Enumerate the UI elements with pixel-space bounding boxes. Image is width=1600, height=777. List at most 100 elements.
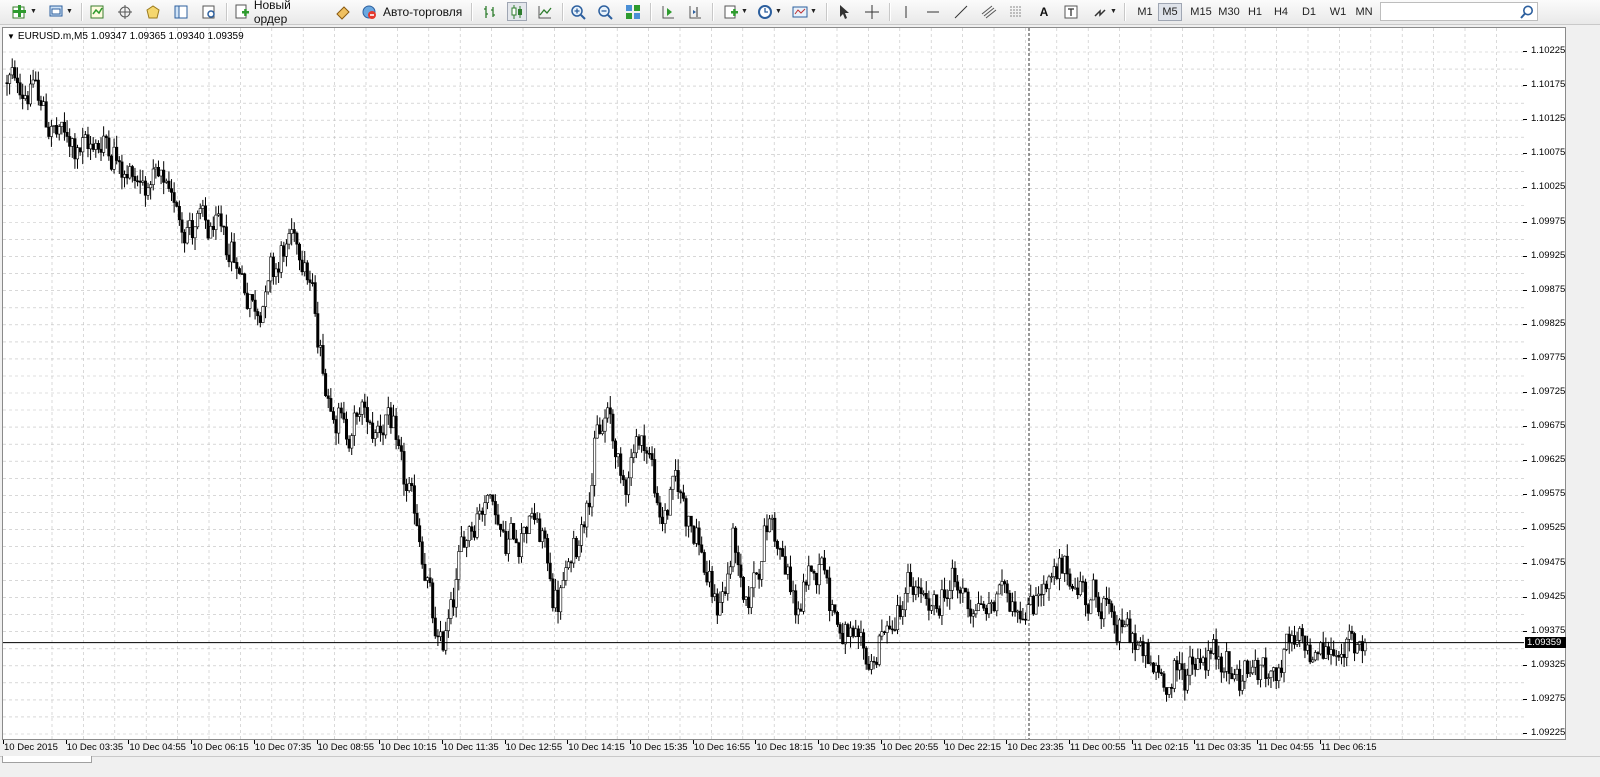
bar-chart-button[interactable] — [480, 2, 500, 21]
candle — [961, 578, 965, 603]
candle — [1178, 651, 1182, 680]
candle — [1023, 612, 1027, 625]
candle-body — [62, 121, 66, 133]
zoom-out-button[interactable] — [595, 2, 615, 21]
timeframe-h1[interactable]: H1 — [1242, 3, 1268, 21]
candle-body — [1279, 667, 1283, 673]
time-tick — [1006, 740, 1008, 744]
candle — [1003, 579, 1007, 593]
timeframe-m5[interactable]: M5 — [1158, 3, 1182, 21]
candle-body — [1240, 680, 1244, 691]
cursor-button[interactable] — [834, 2, 854, 21]
price-chart[interactable] — [3, 28, 1565, 739]
candle — [1360, 635, 1364, 664]
auto-scroll-button[interactable] — [658, 2, 678, 21]
candlestick-icon — [508, 3, 526, 21]
chart-window[interactable]: ▼ EURUSD.m,M5 1.09347 1.09365 1.09340 1.0… — [2, 27, 1566, 740]
candle-body — [378, 425, 382, 434]
autotrading-button[interactable]: Авто-торговля — [360, 2, 464, 21]
candle — [655, 486, 659, 506]
candle — [1326, 641, 1330, 661]
chart-shift-button[interactable] — [685, 2, 705, 21]
candle — [1193, 657, 1197, 677]
tile-windows-button[interactable] — [623, 2, 643, 21]
time-tick-label: 10 Dec 19:35 — [819, 742, 876, 753]
strategy-tester-button[interactable] — [199, 2, 219, 21]
new-order-button[interactable]: Новый ордер — [233, 0, 327, 26]
price-tick — [1523, 733, 1527, 734]
new-chart-icon — [11, 3, 29, 21]
market-watch-button[interactable] — [87, 2, 107, 21]
candle — [381, 424, 385, 446]
candle-body — [318, 345, 322, 348]
candle-body — [825, 569, 829, 579]
candle-body — [1319, 642, 1323, 655]
price-axis[interactable]: 1.10225 1.10175 1.10125 1.10075 1.10025 1.099… — [1523, 27, 1600, 740]
vertical-line-button[interactable] — [896, 2, 916, 21]
candle — [316, 301, 320, 354]
navigator-button[interactable] — [115, 2, 135, 21]
candlestick-button[interactable] — [507, 2, 527, 21]
text-button[interactable]: A — [1034, 2, 1054, 21]
search-input[interactable] — [1380, 2, 1538, 21]
candle — [624, 477, 628, 507]
arrows-button[interactable]: ▼ — [1089, 2, 1119, 21]
candle — [666, 509, 670, 520]
candle-body — [828, 577, 832, 612]
candle-body — [15, 77, 19, 84]
periods-button[interactable]: ▼ — [754, 2, 784, 21]
timeframe-mn[interactable]: MN — [1350, 3, 1378, 21]
candle — [689, 515, 693, 533]
candle — [501, 520, 505, 533]
candle — [1253, 649, 1257, 676]
candle — [209, 222, 213, 239]
candle-body — [1175, 660, 1179, 671]
horizontal-line-button[interactable] — [923, 2, 943, 21]
candle — [1214, 628, 1218, 670]
timeframe-m30[interactable]: M30 — [1213, 3, 1245, 21]
metaeditor-button[interactable] — [333, 2, 353, 21]
candle-body — [1217, 656, 1221, 660]
candle — [1144, 642, 1148, 668]
equidistant-channel-button[interactable] — [979, 2, 999, 21]
candle — [572, 530, 576, 568]
candle — [869, 654, 873, 675]
time-tick — [379, 740, 381, 744]
templates-button[interactable]: ▼ — [789, 2, 819, 21]
candle — [339, 402, 343, 419]
timeframe-m1[interactable]: M1 — [1132, 3, 1158, 21]
time-tick-label: 11 Dec 00:55 — [1069, 742, 1126, 753]
indicators-button[interactable]: ▼ — [720, 2, 750, 21]
price-tick-label: 1.09825 — [1531, 317, 1566, 329]
timeframe-h4[interactable]: H4 — [1268, 3, 1294, 21]
collapse-triangle-icon[interactable]: ▼ — [7, 32, 15, 41]
candle-body — [606, 407, 610, 419]
data-window-button[interactable] — [143, 2, 163, 21]
timeframe-w1[interactable]: W1 — [1324, 3, 1352, 21]
terminal-button[interactable] — [171, 2, 191, 21]
candle-body — [217, 213, 221, 216]
profiles-button[interactable]: ▼ — [44, 2, 76, 21]
candle-body — [472, 530, 476, 538]
candle — [512, 523, 516, 541]
candle-body — [585, 502, 589, 528]
chart-tab[interactable] — [2, 756, 92, 763]
candle — [34, 71, 38, 82]
search-icon[interactable] — [1518, 3, 1536, 21]
trendline-button[interactable] — [951, 2, 971, 21]
candle-body — [1209, 650, 1213, 654]
new-chart-button[interactable]: ▼ — [8, 2, 40, 21]
candle-body — [869, 660, 873, 670]
candle-body — [1104, 597, 1108, 600]
zoom-in-button[interactable] — [568, 2, 588, 21]
timeframe-d1[interactable]: D1 — [1296, 3, 1322, 21]
candle-body — [130, 166, 134, 177]
fibonacci-button[interactable] — [1006, 2, 1026, 21]
time-tick-label: 11 Dec 02:15 — [1132, 742, 1189, 753]
time-tick-label: 10 Dec 03:35 — [66, 742, 124, 753]
candle-body — [211, 226, 215, 230]
candle-body — [522, 526, 526, 534]
crosshair-button[interactable] — [862, 2, 882, 21]
text-label-button[interactable] — [1061, 2, 1081, 21]
line-chart-button[interactable] — [535, 2, 555, 21]
